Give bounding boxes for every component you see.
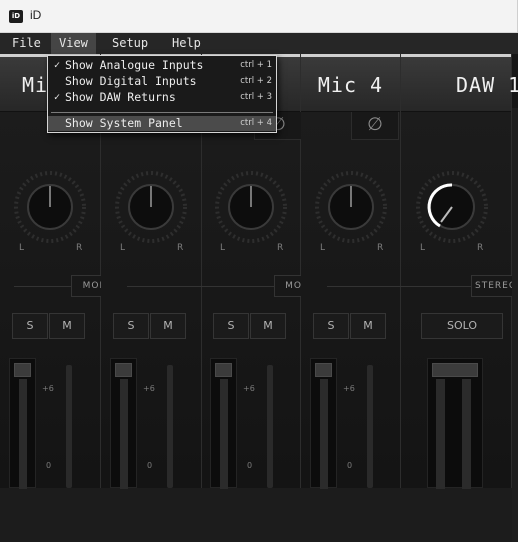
phase-button[interactable]: ∅ — [351, 112, 399, 140]
pan-knob[interactable] — [414, 169, 490, 245]
menu-item-label: Show DAW Returns — [65, 90, 176, 104]
scale-plus6: +6 — [42, 384, 54, 393]
phase-icon: ∅ — [367, 114, 383, 135]
title-bar: iD iD — [0, 0, 518, 33]
pan-knob-icon — [115, 171, 187, 243]
pan-left-label: L — [120, 243, 126, 253]
divider — [127, 286, 202, 287]
fader-track[interactable] — [167, 365, 173, 488]
pan-left-label: L — [220, 243, 226, 253]
divider — [327, 286, 401, 287]
pan-knob[interactable] — [12, 169, 88, 245]
solo-button[interactable]: S — [213, 313, 249, 339]
menu-separator — [51, 112, 273, 113]
pan-knob-icon — [315, 171, 387, 243]
menu-item-shortcut: ctrl + 1 — [240, 60, 272, 70]
scale-zero: 0 — [347, 461, 353, 470]
menu-bar: File View Setup Help — [0, 33, 518, 54]
pan-right-label: R — [277, 243, 284, 253]
solo-button[interactable]: S — [12, 313, 48, 339]
pan-left-label: L — [320, 243, 326, 253]
scale-plus6: +6 — [243, 384, 255, 393]
check-icon: ✓ — [54, 60, 61, 71]
scale-zero: 0 — [147, 461, 153, 470]
menu-item-shortcut: ctrl + 3 — [240, 92, 272, 102]
menu-file[interactable]: File — [4, 33, 49, 54]
pan-right-label: R — [76, 243, 83, 253]
solo-button[interactable]: S — [113, 313, 149, 339]
menu-item-show-digital-inputs[interactable]: Show Digital Inputs ctrl + 2 — [48, 74, 276, 89]
pan-knob-icon — [14, 171, 86, 243]
pan-knob[interactable] — [213, 169, 289, 245]
level-meter — [427, 358, 483, 489]
fader-track[interactable] — [367, 365, 373, 488]
pan-knob[interactable] — [113, 169, 189, 245]
mute-button[interactable]: M — [49, 313, 85, 339]
mute-button[interactable]: M — [250, 313, 286, 339]
pan-knob-icon — [416, 171, 488, 243]
menu-help[interactable]: Help — [164, 33, 209, 54]
pan-right-label: R — [177, 243, 184, 253]
channel-name: DAW 1 — [456, 73, 518, 97]
menu-item-show-analogue-inputs[interactable]: ✓ Show Analogue Inputs ctrl + 1 — [48, 58, 276, 73]
menu-item-shortcut: ctrl + 2 — [240, 76, 272, 86]
mute-button[interactable]: M — [350, 313, 386, 339]
pan-left-label: L — [420, 243, 426, 253]
solo-button[interactable]: S — [313, 313, 349, 339]
level-meter — [110, 358, 137, 489]
fader-track[interactable] — [267, 365, 273, 488]
channel-header[interactable]: DAW 1 — [401, 54, 518, 112]
scale-plus6: +6 — [343, 384, 355, 393]
menu-item-label: Show Digital Inputs — [65, 74, 197, 88]
fader-track[interactable] — [66, 365, 72, 488]
view-menu-dropdown: ✓ Show Analogue Inputs ctrl + 1 Show Dig… — [47, 55, 277, 133]
pan-left-label: L — [19, 243, 25, 253]
menu-item-label: Show System Panel — [65, 116, 183, 130]
pan-knob[interactable] — [313, 169, 389, 245]
window-title: iD — [30, 8, 42, 22]
menu-item-show-daw-returns[interactable]: ✓ Show DAW Returns ctrl + 3 — [48, 90, 276, 105]
menu-setup[interactable]: Setup — [104, 33, 156, 54]
solo-button[interactable]: SOLO — [421, 313, 503, 339]
level-meter — [210, 358, 237, 489]
channel-header[interactable]: Mic 4 — [301, 54, 400, 112]
scrollbar[interactable] — [512, 108, 518, 542]
menu-item-shortcut: ctrl + 4 — [240, 118, 272, 128]
pan-right-label: R — [477, 243, 484, 253]
stereo-button[interactable]: STEREO — [471, 275, 518, 297]
pan-right-label: R — [377, 243, 384, 253]
channel-strip-daw-1: DAW 1 L R STEREO SOLO — [401, 54, 518, 489]
scale-zero: 0 — [46, 461, 52, 470]
scale-zero: 0 — [247, 461, 253, 470]
scale-plus6: +6 — [143, 384, 155, 393]
pan-knob-icon — [215, 171, 287, 243]
mute-button[interactable]: M — [150, 313, 186, 339]
channel-strip-mic-4: Mic 4 ∅ L R S M +6 0 — [301, 54, 401, 489]
level-meter — [310, 358, 337, 489]
divider — [401, 286, 471, 287]
divider — [202, 286, 274, 287]
level-meter — [9, 358, 36, 489]
divider — [14, 286, 71, 287]
channel-name: Mic 4 — [317, 73, 384, 97]
menu-item-label: Show Analogue Inputs — [65, 58, 204, 72]
menu-view[interactable]: View — [51, 33, 96, 54]
menu-item-show-system-panel[interactable]: Show System Panel ctrl + 4 — [48, 116, 276, 131]
app-icon: iD — [9, 10, 23, 23]
check-icon: ✓ — [54, 92, 61, 103]
